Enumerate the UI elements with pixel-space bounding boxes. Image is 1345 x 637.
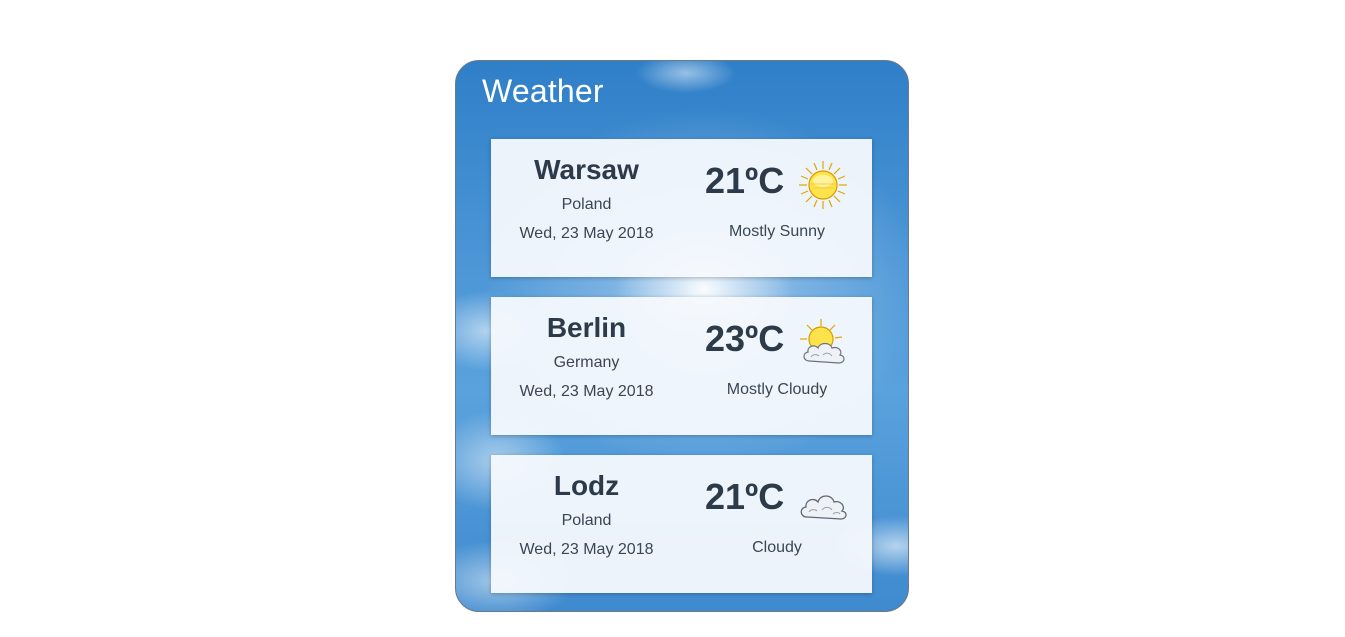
temperature: 23ºC: [705, 318, 785, 359]
country-name: Germany: [553, 354, 620, 371]
city-name: Warsaw: [534, 154, 639, 185]
country-name: Poland: [561, 512, 612, 529]
weather-condition: Cloudy: [752, 539, 802, 556]
weather-card-berlin: Berlin Germany Wed, 23 May 2018 23ºC Mos…: [491, 297, 872, 435]
weather-card-lodz: Lodz Poland Wed, 23 May 2018 21ºC Cloudy: [491, 455, 872, 593]
widget-title: Weather: [482, 73, 604, 109]
temperature: 21ºC: [705, 476, 785, 517]
weather-widget: Weather Warsaw Poland Wed, 23 May 2018 2…: [455, 60, 909, 612]
sun-cloud-icon: [800, 319, 845, 364]
sun-icon: [799, 161, 847, 209]
cloud-icon: [800, 495, 847, 520]
weather-condition: Mostly Cloudy: [726, 381, 828, 398]
forecast-date: Wed, 23 May 2018: [519, 225, 654, 242]
city-name: Lodz: [553, 470, 620, 501]
forecast-date: Wed, 23 May 2018: [519, 383, 654, 400]
forecast-date: Wed, 23 May 2018: [519, 541, 654, 558]
city-name: Berlin: [546, 312, 627, 343]
weather-condition: Mostly Sunny: [728, 223, 826, 240]
temperature: 21ºC: [705, 160, 785, 201]
country-name: Poland: [561, 196, 612, 213]
weather-card-warsaw: Warsaw Poland Wed, 23 May 2018 21ºC Most…: [491, 139, 872, 277]
